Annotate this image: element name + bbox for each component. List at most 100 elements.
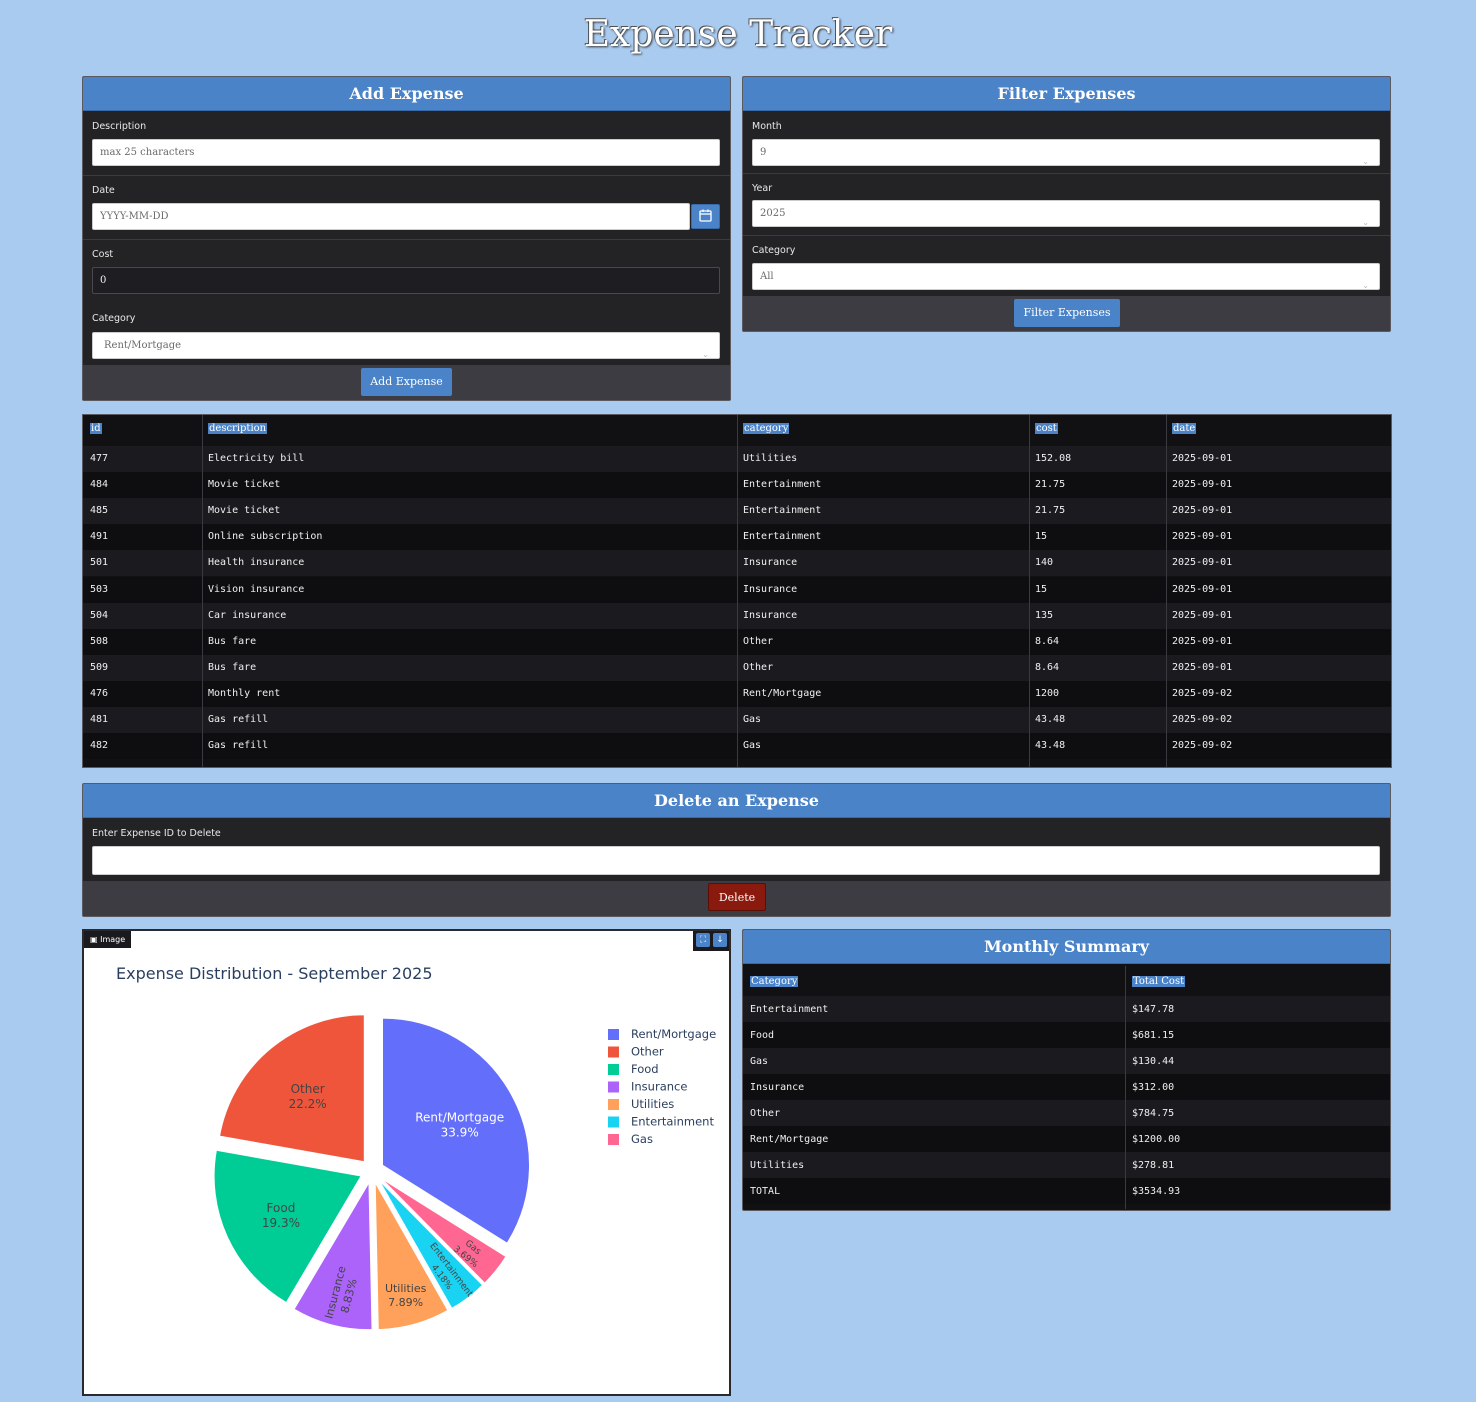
summary-row[interactable] <box>743 1022 1390 1048</box>
legend-label[interactable]: Entertainment <box>631 1115 714 1129</box>
cell-description: Gas refill <box>208 740 269 752</box>
cell-category: Insurance <box>743 557 798 569</box>
column-header-category[interactable]: category <box>743 423 790 434</box>
category-label: Category <box>92 313 136 324</box>
cell-id: 482 <box>90 740 109 752</box>
cell-cost: 43.48 <box>1035 714 1066 725</box>
app-title: Expense Tracker <box>583 14 893 55</box>
month-select-value: 9 <box>760 147 767 158</box>
cell-category: Rent/Mortgage <box>743 687 822 699</box>
cell-date: 2025-09-01 <box>1172 557 1233 569</box>
filter-expenses-button[interactable]: Filter Expenses <box>1014 299 1120 327</box>
summary-total: $278.81 <box>1132 1160 1175 1171</box>
add-expense-button[interactable]: Add Expense <box>361 368 452 396</box>
cost-input[interactable]: 0 <box>92 267 720 294</box>
calendar-button[interactable] <box>691 204 720 229</box>
month-select[interactable]: 9 ⌄ <box>752 139 1380 166</box>
date-input[interactable]: YYYY-MM-DD <box>92 203 690 230</box>
slice-label: Rent/Mortgage <box>415 1110 504 1124</box>
delete-panel: Delete an Expense Enter Expense ID to De… <box>82 783 1391 917</box>
cell-cost: 8.64 <box>1035 661 1060 673</box>
summary-category: Other <box>750 1108 781 1119</box>
cell-description: Monthly rent <box>208 687 281 699</box>
column-header-label: cost <box>1035 423 1058 434</box>
summary-row[interactable] <box>743 1152 1390 1178</box>
legend-swatch[interactable] <box>608 1134 619 1145</box>
cell-description: Electricity bill <box>208 453 305 464</box>
summary-category: TOTAL <box>750 1186 781 1197</box>
summary-header-1[interactable]: Total Cost <box>1132 976 1186 987</box>
column-header-id[interactable]: id <box>90 423 102 434</box>
cell-cost: 8.64 <box>1035 635 1060 647</box>
cell-description: Movie ticket <box>208 505 281 517</box>
legend-label[interactable]: Rent/Mortgage <box>631 1027 716 1041</box>
filter-panel: Filter Expenses Month 9 ⌄ Year 2025 ⌄ Ca… <box>742 76 1391 332</box>
cell-category: Entertainment <box>743 531 822 543</box>
summary-total: $312.00 <box>1132 1082 1175 1093</box>
slice-label: Utilities <box>385 1282 427 1295</box>
column-header-date[interactable]: date <box>1172 423 1197 434</box>
legend-swatch[interactable] <box>608 1046 619 1058</box>
summary-row[interactable] <box>743 996 1390 1022</box>
chevron-down-icon: ⌄ <box>1362 157 1369 166</box>
summary-total: $147.78 <box>1132 1004 1175 1015</box>
year-select[interactable]: 2025 ⌄ <box>752 200 1380 227</box>
summary-row[interactable] <box>743 1074 1390 1100</box>
legend-label[interactable]: Gas <box>631 1132 653 1146</box>
summary-header-0[interactable]: Category <box>750 976 799 987</box>
cell-cost: 15 <box>1035 531 1048 543</box>
cell-id: 509 <box>90 661 109 673</box>
legend-swatch[interactable] <box>608 1029 619 1040</box>
cell-cost: 21.75 <box>1035 505 1066 517</box>
cell-id: 503 <box>90 583 109 595</box>
delete-button[interactable]: Delete <box>708 883 766 911</box>
year-select-value: 2025 <box>760 208 786 219</box>
chart-title: Expense Distribution - September 2025 <box>116 964 433 983</box>
summary-row[interactable] <box>743 1048 1390 1074</box>
delete-id-input[interactable] <box>92 846 1380 875</box>
expenses-table: id description category cost date 477 Electric… <box>82 414 1392 768</box>
filter-category-select-value: All <box>760 271 774 282</box>
cell-category: Insurance <box>743 609 798 621</box>
description-input[interactable]: max 25 characters <box>92 139 720 166</box>
summary-panel: Monthly Summary Category Total Cost Entert… <box>742 929 1391 1211</box>
category-select[interactable]: Rent/Mortgage ⌄ <box>92 332 720 359</box>
cell-category: Entertainment <box>743 505 822 517</box>
filter-title: Filter Expenses <box>743 77 1390 111</box>
cell-id: 476 <box>90 687 109 699</box>
summary-row[interactable] <box>743 1100 1390 1126</box>
legend-label[interactable]: Food <box>631 1062 659 1076</box>
summary-total: $784.75 <box>1132 1108 1175 1119</box>
cell-date: 2025-09-01 <box>1172 453 1233 464</box>
legend-label[interactable]: Other <box>631 1045 664 1059</box>
summary-header-label: Total Cost <box>1132 976 1186 987</box>
legend-label[interactable]: Utilities <box>631 1097 674 1111</box>
legend-swatch[interactable] <box>608 1064 619 1075</box>
legend-swatch[interactable] <box>608 1099 619 1110</box>
filter-category-select[interactable]: All ⌄ <box>752 263 1380 290</box>
cell-category: Utilities <box>743 453 798 464</box>
column-header-description[interactable]: description <box>208 423 268 434</box>
cell-description: Movie ticket <box>208 479 281 491</box>
cell-date: 2025-09-01 <box>1172 661 1233 673</box>
chevron-down-icon: ⌄ <box>702 350 709 359</box>
cell-id: 484 <box>90 479 109 491</box>
cell-description: Health insurance <box>208 557 305 569</box>
summary-row[interactable] <box>743 1126 1390 1152</box>
summary-row[interactable] <box>743 1178 1390 1204</box>
month-label: Month <box>752 121 782 132</box>
date-label: Date <box>92 185 115 196</box>
cell-cost: 21.75 <box>1035 479 1066 491</box>
add-expense-footer: Add Expense <box>83 365 730 400</box>
filter-category-label: Category <box>752 245 796 256</box>
legend-label[interactable]: Insurance <box>631 1080 687 1094</box>
cell-id: 477 <box>90 453 109 464</box>
cell-id: 491 <box>90 531 109 543</box>
slice-label: Food <box>267 1201 296 1215</box>
column-header-cost[interactable]: cost <box>1035 423 1058 434</box>
cell-category: Insurance <box>743 583 798 595</box>
legend-swatch[interactable] <box>608 1116 619 1128</box>
legend-swatch[interactable] <box>608 1081 619 1093</box>
cell-category: Gas <box>743 740 762 752</box>
cell-cost: 43.48 <box>1035 740 1066 752</box>
